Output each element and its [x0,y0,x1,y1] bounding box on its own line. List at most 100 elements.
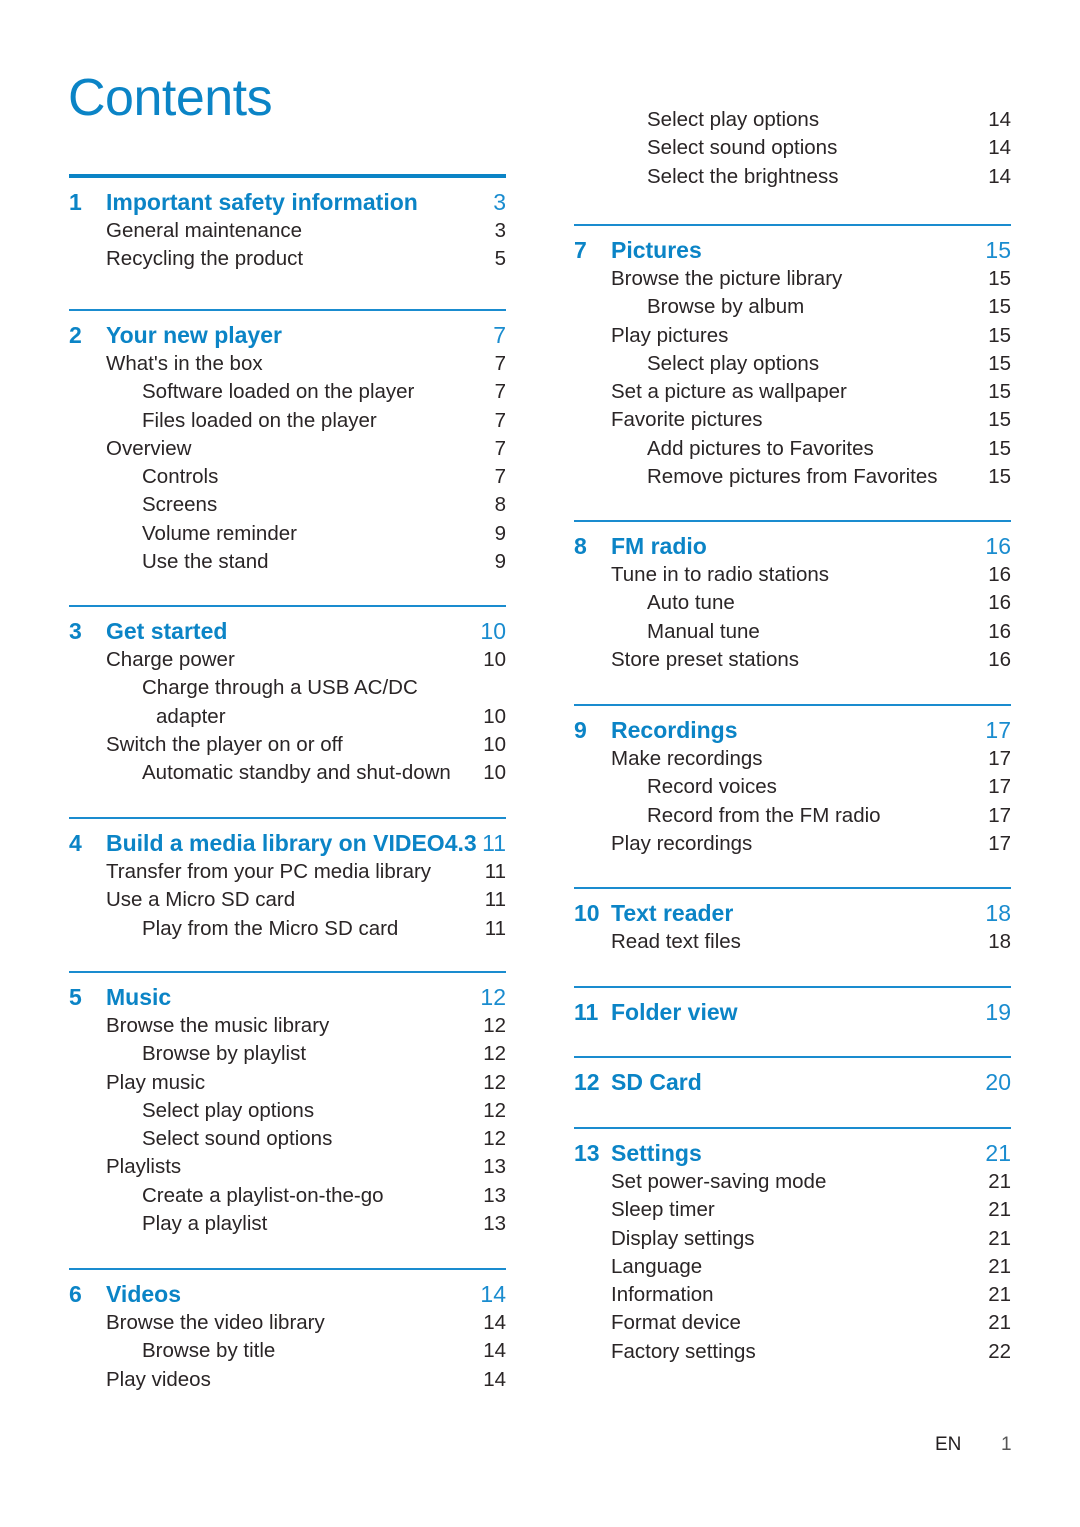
toc-entry-title[interactable]: Browse the video library [106,1309,325,1337]
toc-entry-title[interactable]: Factory settings [611,1338,756,1366]
toc-entry-title[interactable]: Select play options [647,350,819,378]
toc-entry-title[interactable]: Recycling the product [106,245,303,273]
toc-entry[interactable]: Browse the video library 14 [69,1309,506,1337]
toc-entry-title[interactable]: Software loaded on the player [142,378,414,406]
toc-entry-title[interactable]: Browse the music library [106,1012,329,1040]
toc-entry-title[interactable]: Store preset stations [611,646,799,674]
toc-section-heading[interactable]: 13 Settings 21 [574,1138,1011,1168]
toc-entry[interactable]: Use the stand 9 [69,548,506,576]
toc-entry-title[interactable]: General maintenance [106,217,302,245]
toc-entry[interactable]: Auto tune 16 [574,589,1011,617]
section-title[interactable]: Important safety information [106,187,418,217]
toc-entry[interactable]: Language 21 [574,1253,1011,1281]
section-title[interactable]: Text reader [611,898,733,928]
toc-entry-title[interactable]: Add pictures to Favorites [647,435,874,463]
toc-section-heading[interactable]: 12 SD Card 20 [574,1067,1011,1097]
section-title[interactable]: Recordings [611,715,738,745]
toc-entry-title[interactable]: Select sound options [142,1125,332,1153]
section-title[interactable]: SD Card [611,1067,702,1097]
section-title[interactable]: FM radio [611,531,707,561]
toc-section-heading[interactable]: 9 Recordings 17 [574,715,1011,745]
toc-entry-title[interactable]: Use a Micro SD card [106,886,295,914]
toc-entry-title[interactable]: Set a picture as wallpaper [611,378,847,406]
toc-entry-title[interactable]: Select the brightness [647,163,838,191]
toc-entry-title[interactable]: Play from the Micro SD card [142,915,398,943]
toc-section-heading[interactable]: 11 Folder view 19 [574,997,1011,1027]
toc-entry[interactable]: Add pictures to Favorites 15 [574,435,1011,463]
section-title[interactable]: Get started [106,616,227,646]
toc-entry-title[interactable]: Favorite pictures [611,406,763,434]
toc-entry-title[interactable]: Tune in to radio stations [611,561,829,589]
toc-entry-title[interactable]: Read text files [611,928,741,956]
toc-entry[interactable]: Information 21 [574,1281,1011,1309]
toc-entry[interactable]: Screens 8 [69,491,506,519]
toc-entry[interactable]: Software loaded on the player 7 [69,378,506,406]
toc-entry-title[interactable]: Play recordings [611,830,752,858]
toc-entry[interactable]: Display settings 21 [574,1225,1011,1253]
toc-entry[interactable]: Make recordings 17 [574,745,1011,773]
toc-entry[interactable]: What's in the box 7 [69,350,506,378]
toc-entry[interactable]: Format device 21 [574,1309,1011,1337]
toc-entry-title[interactable]: Use the stand [142,548,269,576]
section-title[interactable]: Music [106,982,171,1012]
toc-entry[interactable]: Set a picture as wallpaper 15 [574,378,1011,406]
toc-entry[interactable]: Browse by title 14 [69,1337,506,1365]
toc-entry-title[interactable]: Play pictures [611,322,728,350]
toc-entry-title[interactable]: Transfer from your PC media library [106,858,431,886]
toc-entry-title[interactable]: Display settings [611,1225,755,1253]
toc-entry-title[interactable]: Sleep timer [611,1196,715,1224]
toc-entry[interactable]: Select play options 14 [574,106,1011,134]
toc-entry[interactable]: Volume reminder 9 [69,520,506,548]
toc-entry-title[interactable]: Play videos [106,1366,211,1394]
toc-entry-title[interactable]: Format device [611,1309,741,1337]
toc-entry[interactable]: Play videos 14 [69,1366,506,1394]
toc-entry-title[interactable]: Overview [106,435,191,463]
toc-entry-title[interactable]: Play a playlist [142,1210,267,1238]
toc-entry[interactable]: Browse the music library 12 [69,1012,506,1040]
toc-entry[interactable]: Select sound options 14 [574,134,1011,162]
toc-entry[interactable]: Play music 12 [69,1069,506,1097]
toc-entry-title[interactable]: Volume reminder [142,520,297,548]
toc-entry[interactable]: Browse by album 15 [574,293,1011,321]
toc-entry[interactable]: Factory settings 22 [574,1338,1011,1366]
section-title[interactable]: Settings [611,1138,702,1168]
toc-entry-title[interactable]: Select sound options [647,134,837,162]
toc-entry[interactable]: Tune in to radio stations 16 [574,561,1011,589]
toc-entry[interactable]: Record from the FM radio 17 [574,802,1011,830]
toc-entry-title[interactable]: Browse by album [647,293,804,321]
toc-entry[interactable]: Favorite pictures 15 [574,406,1011,434]
toc-section-heading[interactable]: 5 Music 12 [69,982,506,1012]
toc-entry[interactable]: Create a playlist-on-the-go 13 [69,1182,506,1210]
toc-entry-title[interactable]: Browse by title [142,1337,275,1365]
toc-entry-title[interactable]: What's in the box [106,350,263,378]
toc-entry-title[interactable]: Automatic standby and shut-down [142,759,451,787]
toc-entry-title[interactable]: Remove pictures from Favorites [647,463,938,491]
toc-entry-title[interactable]: Set power-saving mode [611,1168,826,1196]
toc-entry-title[interactable]: Switch the player on or off [106,731,343,759]
toc-entry[interactable]: adapter 10 [69,703,506,731]
toc-entry[interactable]: Browse the picture library 15 [574,265,1011,293]
toc-entry[interactable]: General maintenance 3 [69,217,506,245]
toc-entry[interactable]: Charge power 10 [69,646,506,674]
toc-entry[interactable]: Files loaded on the player 7 [69,407,506,435]
toc-entry-title[interactable]: Select play options [647,106,819,134]
toc-entry[interactable]: Controls 7 [69,463,506,491]
toc-entry[interactable]: Overview 7 [69,435,506,463]
toc-entry[interactable]: Select the brightness 14 [574,163,1011,191]
toc-section-heading[interactable]: 3 Get started 10 [69,616,506,646]
toc-entry-title[interactable]: Browse by playlist [142,1040,306,1068]
toc-entry-title[interactable]: Create a playlist-on-the-go [142,1182,384,1210]
toc-section-heading[interactable]: 10 Text reader 18 [574,898,1011,928]
toc-entry[interactable]: Remove pictures from Favorites 15 [574,463,1011,491]
toc-entry-title[interactable]: Make recordings [611,745,763,773]
section-title[interactable]: Build a media library on VIDEO4.3 [106,828,477,858]
toc-entry[interactable]: Recycling the product 5 [69,245,506,273]
toc-entry[interactable]: Select play options 12 [69,1097,506,1125]
toc-entry-title[interactable]: Record voices [647,773,777,801]
toc-section-heading[interactable]: 6 Videos 14 [69,1279,506,1309]
toc-entry[interactable]: Sleep timer 21 [574,1196,1011,1224]
toc-entry[interactable]: Automatic standby and shut-down 10 [69,759,506,787]
toc-entry[interactable]: Store preset stations 16 [574,646,1011,674]
section-title[interactable]: Your new player [106,320,282,350]
toc-entry-title[interactable]: Manual tune [647,618,760,646]
